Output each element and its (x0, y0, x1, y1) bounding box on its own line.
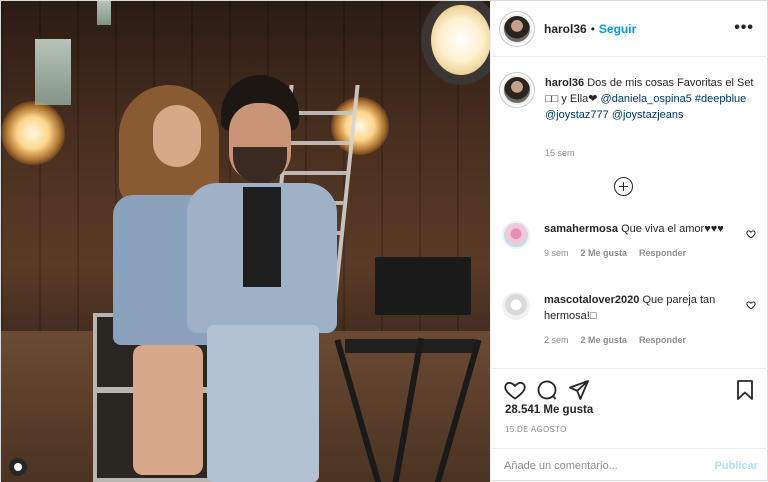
comment-icon[interactable] (535, 378, 559, 402)
comment-text: Que viva el amor♥♥♥ (621, 223, 724, 235)
caption-time[interactable]: 15 sem (545, 148, 575, 158)
instagram-post-modal: harol36 • Seguir ••• harol36 Dos de mis … (0, 0, 768, 482)
heart-icon[interactable] (503, 378, 527, 402)
post-photo[interactable] (1, 1, 490, 482)
more-icon[interactable]: ••• (734, 19, 754, 37)
comment-username[interactable]: mascotalover2020 (544, 294, 639, 306)
plus-circle-icon[interactable] (614, 177, 633, 196)
header-separator: • (590, 21, 595, 36)
comment-time[interactable]: 2 sem (544, 332, 569, 348)
share-icon[interactable] (567, 378, 591, 402)
publish-button[interactable]: Publicar (715, 460, 758, 472)
caption-body-start: Dos de mis cosas Favoritas el Set (587, 77, 754, 89)
comment-likes[interactable]: 2 Me gusta (581, 245, 628, 261)
post-actions: 28.541 Me gusta 15 DE AGOSTO (491, 368, 768, 448)
author-avatar[interactable] (502, 13, 532, 44)
comment-input[interactable] (504, 459, 704, 472)
commenter-avatar[interactable] (502, 221, 530, 249)
reply-button[interactable]: Responder (639, 332, 686, 348)
photo-lamp (1, 101, 65, 165)
comment-time[interactable]: 9 sem (544, 245, 569, 261)
caption-emoji: □□ (545, 93, 559, 105)
post-sidebar: harol36 • Seguir ••• harol36 Dos de mis … (490, 1, 768, 482)
heart-icon[interactable] (746, 300, 756, 310)
hashtag-link[interactable]: #deepblue (695, 93, 746, 105)
caption-avatar[interactable] (502, 75, 532, 105)
commenter-avatar[interactable] (502, 292, 530, 320)
caption-username[interactable]: harol36 (545, 77, 584, 89)
mention-link[interactable]: @daniela_ospina5 (601, 93, 692, 105)
mention-link[interactable]: @joystaz777 (545, 109, 609, 121)
photo-window (97, 1, 111, 25)
add-comment-bar: Publicar (491, 448, 768, 482)
tagged-user-icon[interactable] (9, 458, 27, 476)
caption-body-mid: y Ella❤ (558, 93, 601, 105)
post-header: harol36 • Seguir ••• (491, 1, 768, 57)
post-date[interactable]: 15 DE AGOSTO (505, 425, 567, 434)
author-username[interactable]: harol36 (544, 22, 587, 36)
comment-item: mascotalover2020 Que pareja tan hermosa!… (502, 292, 764, 348)
photo-person-man (187, 75, 337, 482)
mention-link[interactable]: @joystazjeans (612, 109, 684, 121)
heart-icon[interactable] (746, 229, 756, 239)
follow-button[interactable]: Seguir (599, 22, 636, 36)
post-caption: harol36 Dos de mis cosas Favoritas el Se… (502, 75, 764, 123)
likes-count[interactable]: 28.541 Me gusta (505, 404, 593, 416)
caption-text: harol36 Dos de mis cosas Favoritas el Se… (545, 75, 755, 123)
photo-director-chair (334, 257, 485, 482)
comment-username[interactable]: samahermosa (544, 223, 618, 235)
photo-window (35, 39, 71, 105)
comments-list: harol36 Dos de mis cosas Favoritas el Se… (491, 58, 768, 368)
comment-item: samahermosa Que viva el amor♥♥♥ 9 sem 2 … (502, 221, 764, 261)
reply-button[interactable]: Responder (639, 245, 686, 261)
comment-likes[interactable]: 2 Me gusta (581, 332, 628, 348)
bookmark-icon[interactable] (733, 378, 757, 402)
